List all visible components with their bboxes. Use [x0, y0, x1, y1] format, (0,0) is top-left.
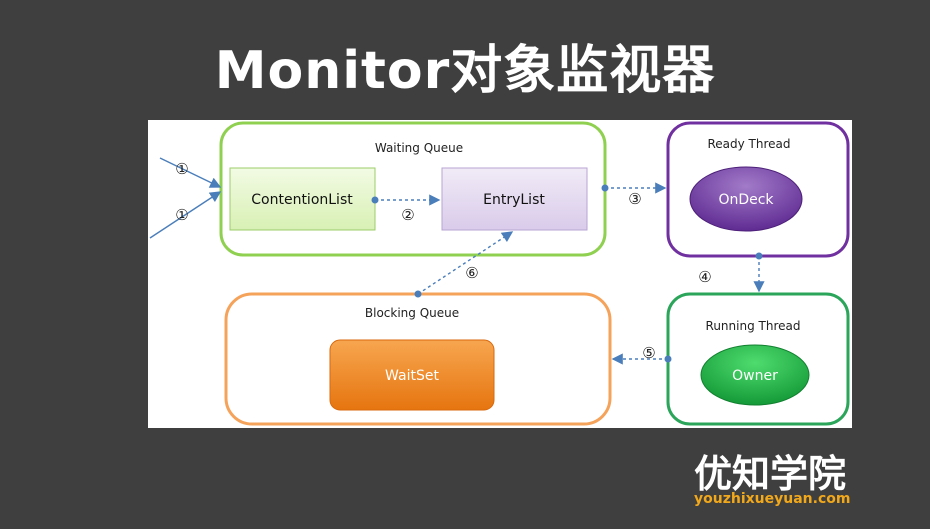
- brand-name: 优知学院: [694, 452, 847, 496]
- contention-list-label: ContentionList: [251, 192, 353, 208]
- step-3: ③: [628, 190, 641, 208]
- blocking-queue-label: Blocking Queue: [365, 306, 459, 320]
- brand-domain: youzhixueyuan.com: [694, 491, 851, 507]
- ready-thread-label: Ready Thread: [707, 137, 790, 151]
- incoming-arrow-1: [159, 157, 222, 188]
- monitor-diagram: Waiting Queue Ready Thread Blocking Queu…: [149, 121, 850, 426]
- step-2: ②: [401, 206, 414, 224]
- step-5: ⑤: [642, 344, 655, 362]
- step-6: ⑥: [465, 264, 478, 282]
- dot-waiting: [601, 184, 609, 192]
- step-1a: ①: [175, 160, 188, 178]
- step-4: ④: [698, 268, 711, 286]
- wait-set-label: WaitSet: [385, 368, 439, 384]
- dot-ready: [755, 252, 763, 260]
- step-1b: ①: [175, 206, 188, 224]
- dot-blocking: [414, 290, 422, 298]
- owner-label: Owner: [732, 368, 778, 384]
- page-title: Monitor对象监视器: [214, 41, 716, 101]
- entry-list-label: EntryList: [483, 192, 545, 208]
- waiting-queue-label: Waiting Queue: [375, 141, 463, 155]
- dot-contention: [371, 196, 379, 204]
- on-deck-label: OnDeck: [718, 192, 774, 208]
- diagram-panel: Waiting Queue Ready Thread Blocking Queu…: [148, 120, 852, 428]
- dot-running: [664, 355, 672, 363]
- running-thread-label: Running Thread: [706, 319, 801, 333]
